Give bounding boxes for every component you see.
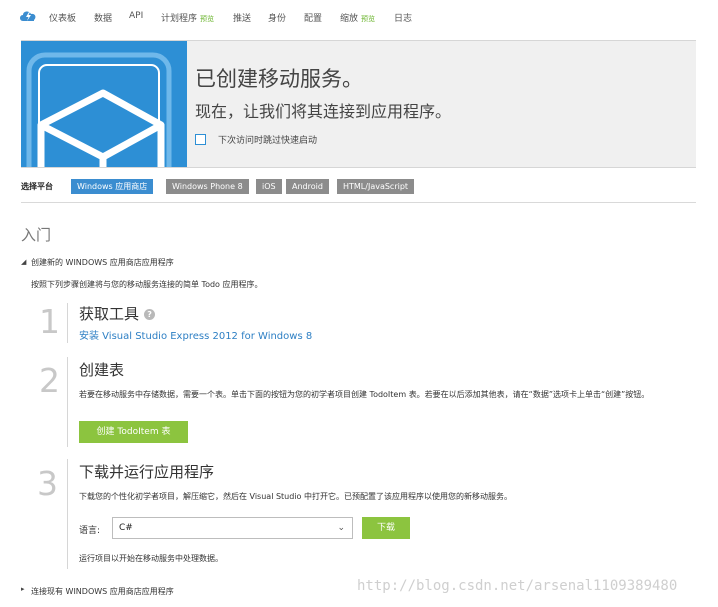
platform-label: 选择平台 [21, 182, 53, 191]
hero-title: 已创建移动服务。 [195, 67, 363, 91]
step-number: 2 [39, 361, 60, 400]
mobile-services-logo-icon[interactable] [19, 9, 37, 23]
nav-item-data[interactable]: 数据 [94, 11, 112, 24]
platform-tab-windows-phone[interactable]: Windows Phone 8 [166, 179, 249, 194]
skip-quickstart-label[interactable]: 下次访问时跳过快速启动 [218, 133, 317, 146]
download-button[interactable]: 下载 [362, 517, 410, 539]
quickstart-hero: 已创建移动服务。 现在，让我们将其连接到应用程序。 下次访问时跳过快速启动 [21, 40, 696, 168]
step-divider [67, 459, 68, 569]
nav-item-api[interactable]: API [129, 11, 143, 21]
platform-tab-windows-store[interactable]: Windows 应用商店 [71, 179, 154, 194]
hero-subtitle: 现在，让我们将其连接到应用程序。 [195, 102, 452, 121]
step-description: 若要在移动服务中存储数据，需要一个表。单击下面的按钮为您的初学者项目创建 Tod… [79, 390, 650, 399]
platform-tab-ios[interactable]: iOS [256, 179, 282, 194]
step-title: 获取工具? [79, 303, 156, 324]
language-select[interactable]: C# ⌄ [112, 517, 353, 539]
expand-triangle-icon[interactable]: ▸ [21, 585, 25, 593]
section-heading: 入门 [21, 226, 52, 244]
preview-tag: 预览 [200, 15, 215, 23]
phone-cube-icon [21, 41, 187, 167]
nav-item-dashboard[interactable]: 仪表板 [49, 11, 76, 24]
chevron-down-icon: ⌄ [337, 523, 345, 533]
collapse-triangle-icon[interactable]: ◢ [21, 258, 26, 266]
step-title: 创建表 [79, 361, 125, 379]
nav-item-scale[interactable]: 缩放 预览 [340, 11, 375, 24]
run-project-note: 运行项目以开始在移动服务中处理数据。 [79, 554, 223, 563]
watermark: http://blog.csdn.net/arsenal1109389480 [357, 578, 678, 594]
nav-item-push[interactable]: 推送 [233, 11, 251, 24]
nav-item-logs[interactable]: 日志 [394, 11, 412, 24]
nav-item-configure[interactable]: 配置 [304, 11, 322, 24]
step-number: 3 [37, 464, 58, 503]
nav-item-identity[interactable]: 身份 [268, 11, 286, 24]
step-number: 1 [39, 302, 60, 341]
help-icon[interactable]: ? [144, 309, 156, 320]
preview-tag: 预览 [361, 15, 376, 23]
platform-tab-android[interactable]: Android [286, 179, 329, 194]
section-description: 按照下列步骤创建将与您的移动服务连接的简单 Todo 应用程序。 [31, 280, 263, 289]
skip-quickstart-checkbox[interactable] [195, 134, 206, 145]
step-divider [67, 357, 68, 447]
divider [21, 202, 696, 203]
step-divider [67, 303, 68, 343]
step-description: 下载您的个性化初学者项目，解压缩它，然后在 Visual Studio 中打开它… [79, 492, 512, 501]
install-visual-studio-link[interactable]: 安装 Visual Studio Express 2012 for Window… [79, 327, 312, 342]
mobile-device-illustration [21, 41, 187, 167]
create-todoitem-table-button[interactable]: 创建 TodoItem 表 [79, 421, 188, 443]
step-title: 下载并运行应用程序 [79, 463, 215, 481]
create-new-app-header[interactable]: 创建新的 WINDOWS 应用商店应用程序 [31, 257, 174, 268]
connect-existing-app-header[interactable]: 连接现有 WINDOWS 应用商店应用程序 [31, 586, 174, 597]
language-label: 语言: [79, 526, 101, 536]
nav-item-scheduler[interactable]: 计划程序 预览 [161, 11, 214, 24]
top-nav: 仪表板 数据 API 计划程序 预览 推送 身份 配置 缩放 预览 日志 [0, 0, 718, 34]
platform-tab-html-javascript[interactable]: HTML/JavaScript [337, 179, 415, 194]
